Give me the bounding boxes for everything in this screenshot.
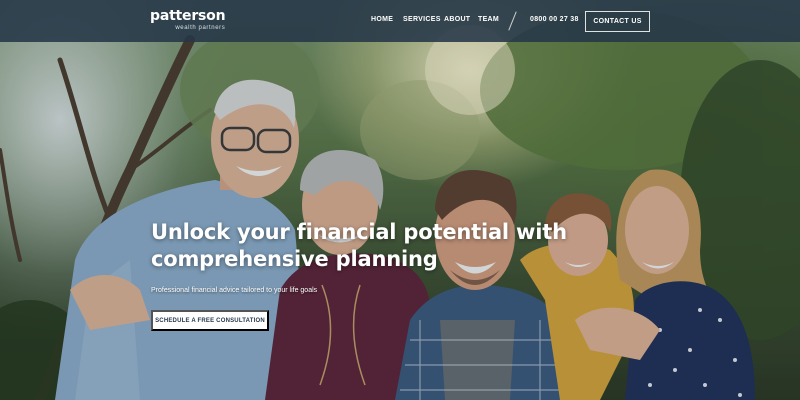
phone-number[interactable]: 0800 00 27 38 [530, 16, 579, 23]
brand-logo[interactable]: patterson wealth partners [150, 8, 226, 32]
hero-headline-line2: comprehensive planning [151, 247, 438, 271]
brand-tagline: wealth partners [175, 25, 226, 31]
hero-section: patterson wealth partners HOME SERVICES … [0, 0, 800, 400]
hero-subtitle: Professional financial advice tailored t… [151, 287, 318, 294]
hero-headline: Unlock your financial potential with com… [151, 219, 571, 273]
contact-us-button[interactable]: CONTACT US [585, 11, 650, 32]
nav-link-about[interactable]: ABOUT [444, 16, 470, 23]
photo-overlay [0, 0, 800, 400]
brand-name: patterson [150, 8, 226, 24]
nav-link-team[interactable]: TEAM [478, 16, 499, 23]
hero-headline-line1: Unlock your financial potential with [151, 220, 567, 244]
top-navbar: patterson wealth partners HOME SERVICES … [0, 0, 800, 42]
schedule-consultation-button[interactable]: SCHEDULE A FREE CONSULTATION [151, 310, 269, 331]
nav-divider [508, 11, 517, 31]
hero-photo [0, 0, 800, 400]
nav-link-services[interactable]: SERVICES [403, 16, 441, 23]
nav-link-home[interactable]: HOME [371, 16, 393, 23]
